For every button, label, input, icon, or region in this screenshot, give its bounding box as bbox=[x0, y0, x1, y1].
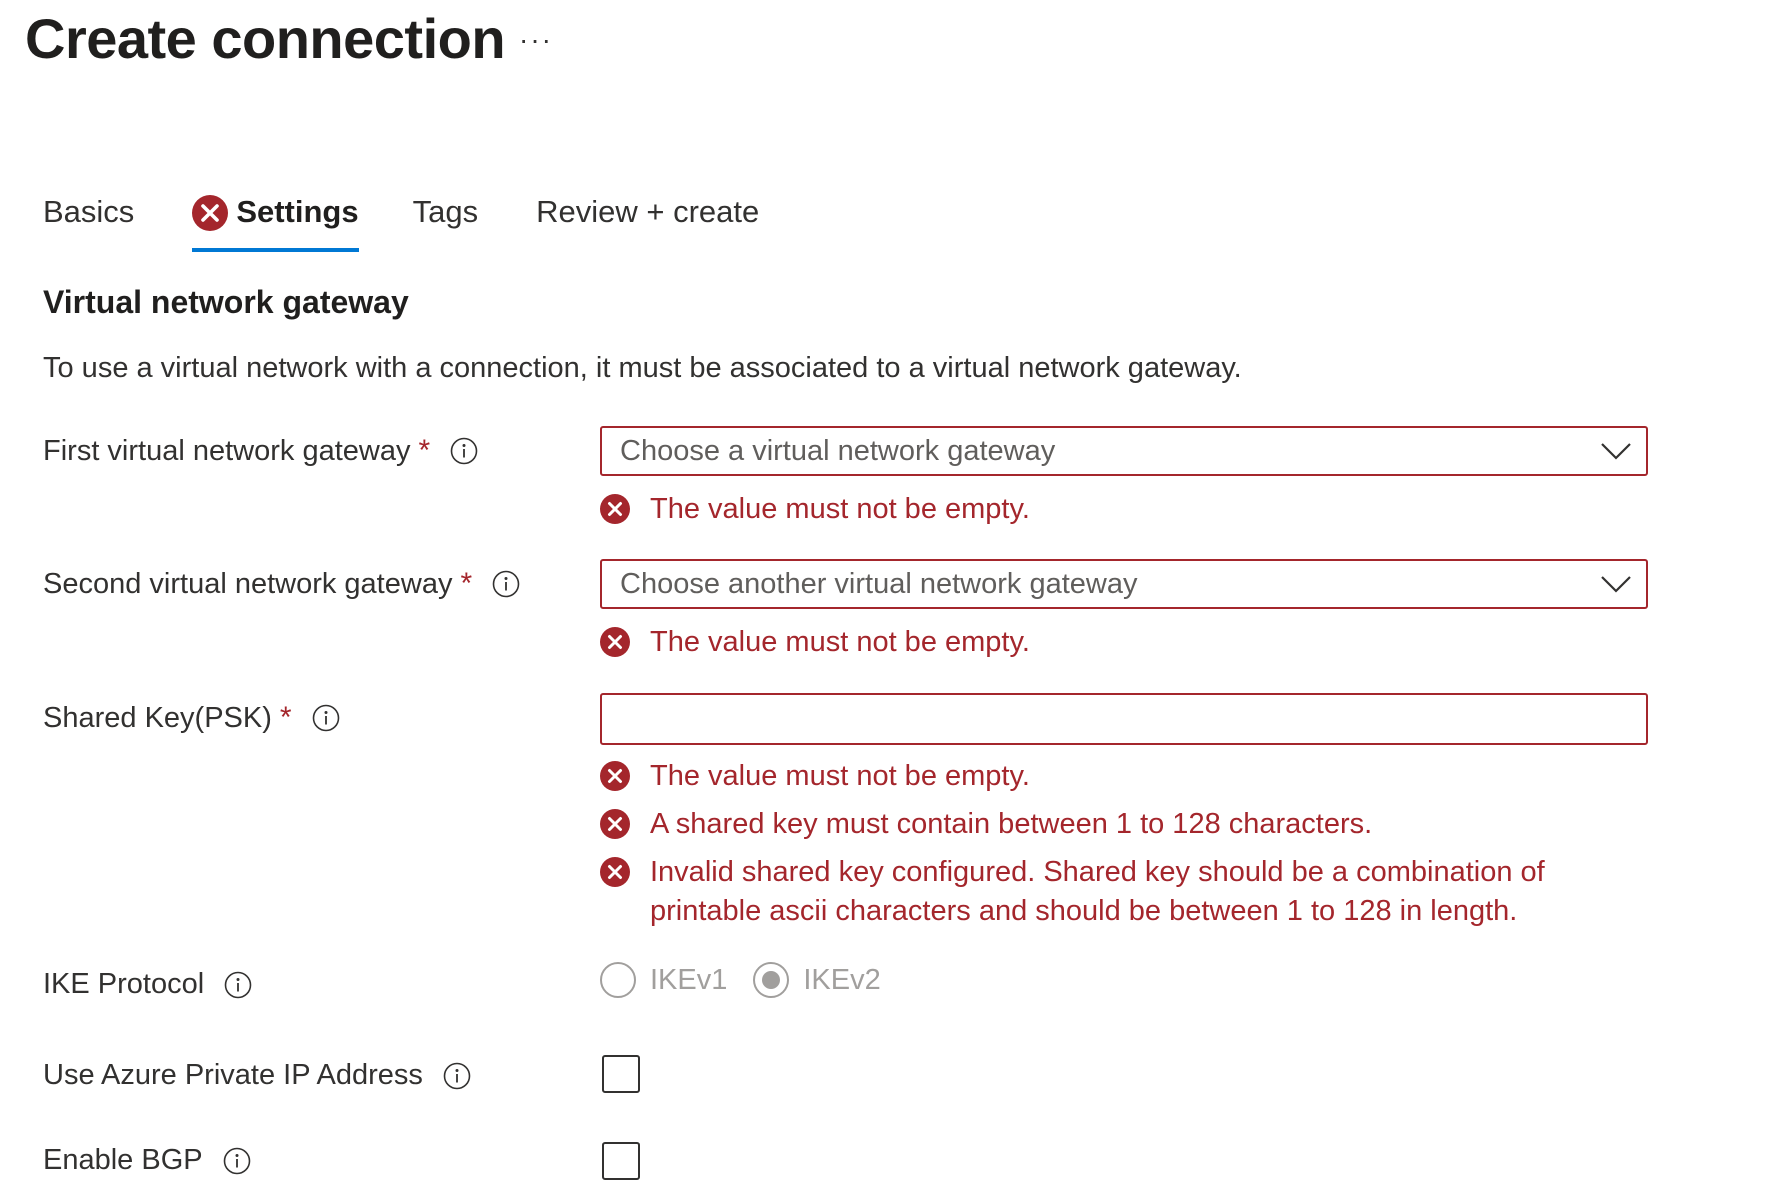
field-label-text: Shared Key(PSK) bbox=[43, 701, 272, 734]
error-icon bbox=[600, 627, 630, 657]
tab-label: Settings bbox=[236, 194, 359, 229]
radio-button[interactable] bbox=[753, 962, 790, 998]
shared-key-label: Shared Key(PSK) * bbox=[43, 701, 340, 735]
ike-protocol-label: IKE Protocol bbox=[43, 968, 252, 1001]
first-gateway-dropdown[interactable]: Choose a virtual network gateway bbox=[600, 426, 1648, 476]
error-message: The value must not be empty. bbox=[650, 626, 1030, 658]
error-icon bbox=[192, 195, 229, 231]
info-icon[interactable] bbox=[224, 971, 252, 999]
error-icon bbox=[600, 809, 630, 839]
tab-basics[interactable]: Basics bbox=[43, 192, 134, 252]
tab-tags[interactable]: Tags bbox=[413, 192, 478, 252]
validation-error: Invalid shared key configured. Shared ke… bbox=[600, 853, 1545, 931]
second-gateway-label: Second virtual network gateway * bbox=[43, 567, 520, 601]
tab-settings[interactable]: Settings bbox=[192, 192, 359, 252]
section-heading: Virtual network gateway bbox=[43, 284, 409, 320]
tab-label: Review + create bbox=[536, 194, 760, 229]
validation-error: The value must not be empty. bbox=[600, 490, 1030, 529]
radio-ikev1[interactable]: IKEv1 bbox=[600, 962, 727, 998]
error-message: A shared key must contain between 1 to 1… bbox=[650, 808, 1373, 840]
page-title: Create connection bbox=[25, 7, 506, 70]
field-label-text: First virtual network gateway bbox=[43, 434, 411, 467]
required-mark: * bbox=[418, 434, 431, 467]
validation-error: A shared key must contain between 1 to 1… bbox=[600, 805, 1372, 844]
enable-bgp-label: Enable BGP bbox=[43, 1144, 251, 1177]
enable-bgp-checkbox[interactable] bbox=[602, 1142, 640, 1180]
dropdown-placeholder: Choose another virtual network gateway bbox=[620, 567, 1138, 600]
more-options-button[interactable]: ··· bbox=[519, 26, 553, 54]
second-gateway-dropdown[interactable]: Choose another virtual network gateway bbox=[600, 559, 1648, 609]
info-icon[interactable] bbox=[223, 1147, 251, 1175]
required-mark: * bbox=[460, 567, 473, 600]
radio-label: IKEv2 bbox=[803, 963, 881, 996]
radio-button[interactable] bbox=[600, 962, 636, 998]
tab-bar: Basics Settings Tags Review + create bbox=[43, 192, 759, 254]
error-message: The value must not be empty. bbox=[650, 760, 1030, 792]
section-description: To use a virtual network with a connecti… bbox=[43, 352, 1242, 384]
field-label-text: Enable BGP bbox=[43, 1144, 203, 1176]
error-icon bbox=[600, 857, 630, 887]
radio-label: IKEv1 bbox=[650, 963, 728, 996]
info-icon[interactable] bbox=[443, 1062, 471, 1090]
error-message: The value must not be empty. bbox=[650, 493, 1030, 525]
validation-error: The value must not be empty. bbox=[600, 757, 1030, 796]
tab-label: Basics bbox=[43, 194, 135, 229]
validation-error: The value must not be empty. bbox=[600, 623, 1030, 662]
tab-review-create[interactable]: Review + create bbox=[536, 192, 759, 252]
tab-label: Tags bbox=[412, 194, 479, 229]
radio-selected-dot bbox=[762, 971, 781, 989]
error-message: Invalid shared key configured. Shared ke… bbox=[650, 853, 1545, 931]
info-icon[interactable] bbox=[492, 570, 520, 598]
error-icon bbox=[600, 761, 630, 791]
radio-ikev2[interactable]: IKEv2 bbox=[753, 962, 881, 998]
dropdown-placeholder: Choose a virtual network gateway bbox=[620, 434, 1056, 467]
field-label-text: Second virtual network gateway bbox=[43, 567, 453, 600]
private-ip-checkbox[interactable] bbox=[602, 1055, 640, 1093]
chevron-down-icon bbox=[1601, 443, 1631, 460]
private-ip-label: Use Azure Private IP Address bbox=[43, 1059, 471, 1092]
info-icon[interactable] bbox=[312, 704, 340, 732]
chevron-down-icon bbox=[1601, 576, 1631, 593]
shared-key-input[interactable] bbox=[600, 693, 1648, 745]
error-message-line: Invalid shared key configured. Shared ke… bbox=[650, 856, 1545, 888]
required-mark: * bbox=[279, 701, 292, 734]
error-message-line: printable ascii characters and should be… bbox=[650, 895, 1518, 927]
first-gateway-label: First virtual network gateway * bbox=[43, 434, 478, 468]
field-label-text: Use Azure Private IP Address bbox=[43, 1059, 423, 1091]
error-icon bbox=[600, 494, 630, 524]
field-label-text: IKE Protocol bbox=[43, 968, 205, 1000]
info-icon[interactable] bbox=[450, 437, 478, 465]
ike-protocol-radio-group: IKEv1 IKEv2 bbox=[600, 962, 907, 998]
